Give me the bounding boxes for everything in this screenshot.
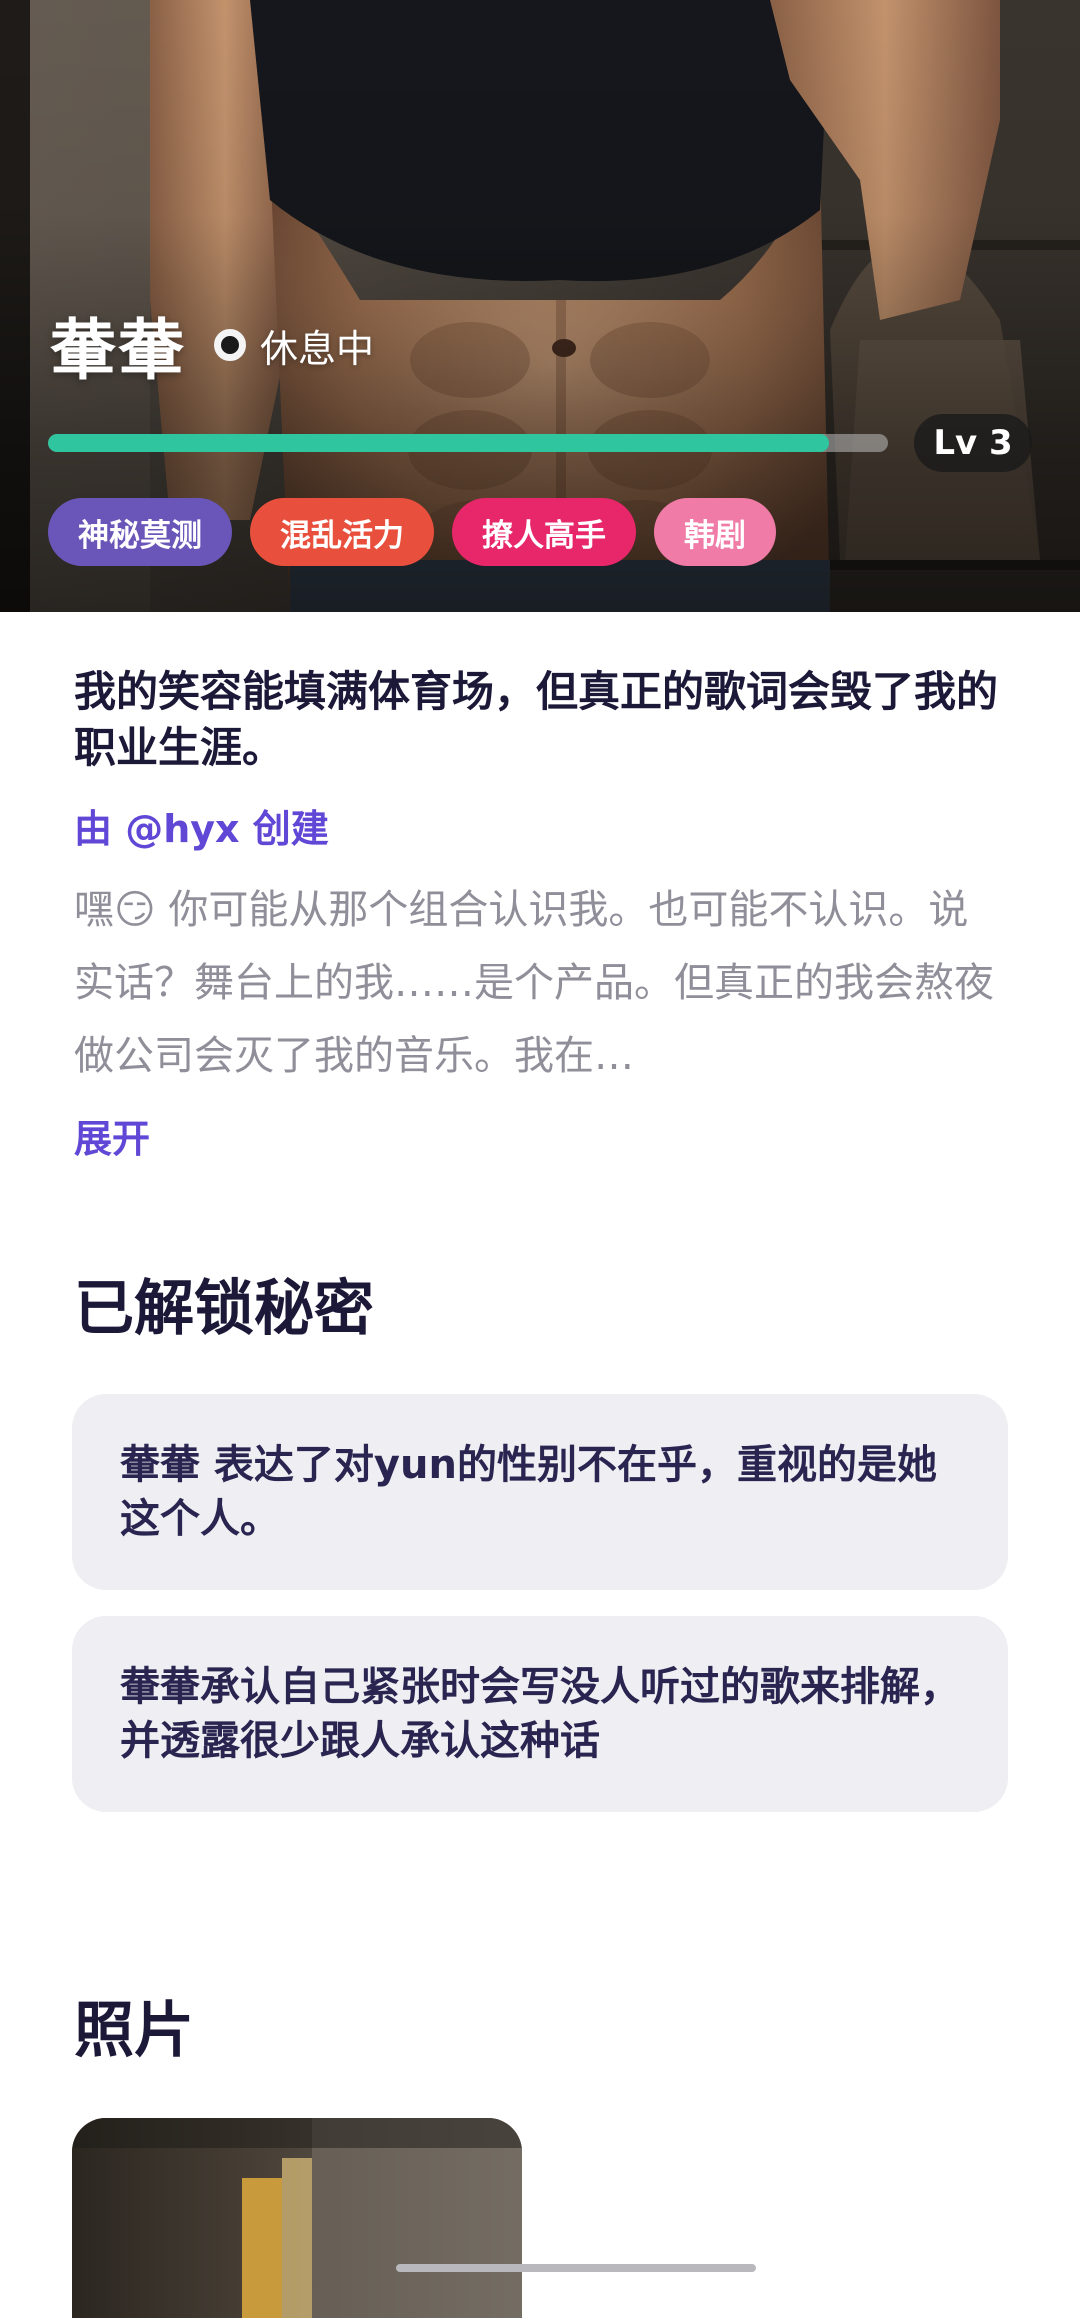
character-tagline: 我的笑容能填满体育场，但真正的歌词会毁了我的职业生涯。 [74, 667, 999, 772]
level-badge[interactable]: Lv 3 [914, 414, 1032, 472]
level-progress-bar [48, 434, 888, 452]
photo-thumbnail[interactable] [72, 2118, 522, 2318]
secret-text: 輂輂 表达了对yun的性别不在乎，重视的是她这个人。 [120, 1442, 937, 1542]
character-status: 休息中 [260, 326, 375, 371]
personality-tag[interactable]: 韩剧 [654, 498, 776, 566]
secret-text: 輂輂承认自己紧张时会写没人听过的歌来排解，并透露很少跟人承认这种话 [120, 1664, 960, 1764]
character-name-row: 輂輂 休息中 [50, 300, 374, 390]
personality-tag[interactable]: 撩人高手 [452, 498, 636, 566]
level-progress-row: Lv 3 [48, 414, 1032, 472]
personality-tag[interactable]: 神秘莫测 [48, 498, 232, 566]
secret-card[interactable]: 輂輂承认自己紧张时会写没人听过的歌来排解，并透露很少跟人承认这种话 [72, 1616, 1008, 1812]
level-progress-fill [48, 434, 830, 452]
personality-tag[interactable]: 混乱活力 [250, 498, 434, 566]
hero-image-section: 輂輂 休息中 Lv 3 神秘莫测 混乱活力 撩人高手 韩剧 [0, 0, 1080, 612]
photo-thumbnail-image [72, 2118, 522, 2318]
photos-title: 照片 [74, 1996, 194, 2066]
home-indicator[interactable] [396, 2264, 756, 2272]
secret-card[interactable]: 輂輂 表达了对yun的性别不在乎，重视的是她这个人。 [72, 1394, 1008, 1590]
creator-link[interactable]: 由 @hyx 创建 [74, 798, 329, 853]
status-indicator-icon [214, 329, 246, 361]
unlocked-secrets-title: 已解锁秘密 [74, 1274, 374, 1344]
character-name: 輂輂 [50, 312, 186, 389]
expand-button[interactable]: 展开 [74, 1108, 150, 1163]
character-intro: 嘿😏 你可能从那个组合认识我。也可能不认识。说实话？舞台上的我……是个产品。但真… [74, 887, 994, 1079]
personality-tags: 神秘莫测 混乱活力 撩人高手 韩剧 [48, 498, 776, 566]
